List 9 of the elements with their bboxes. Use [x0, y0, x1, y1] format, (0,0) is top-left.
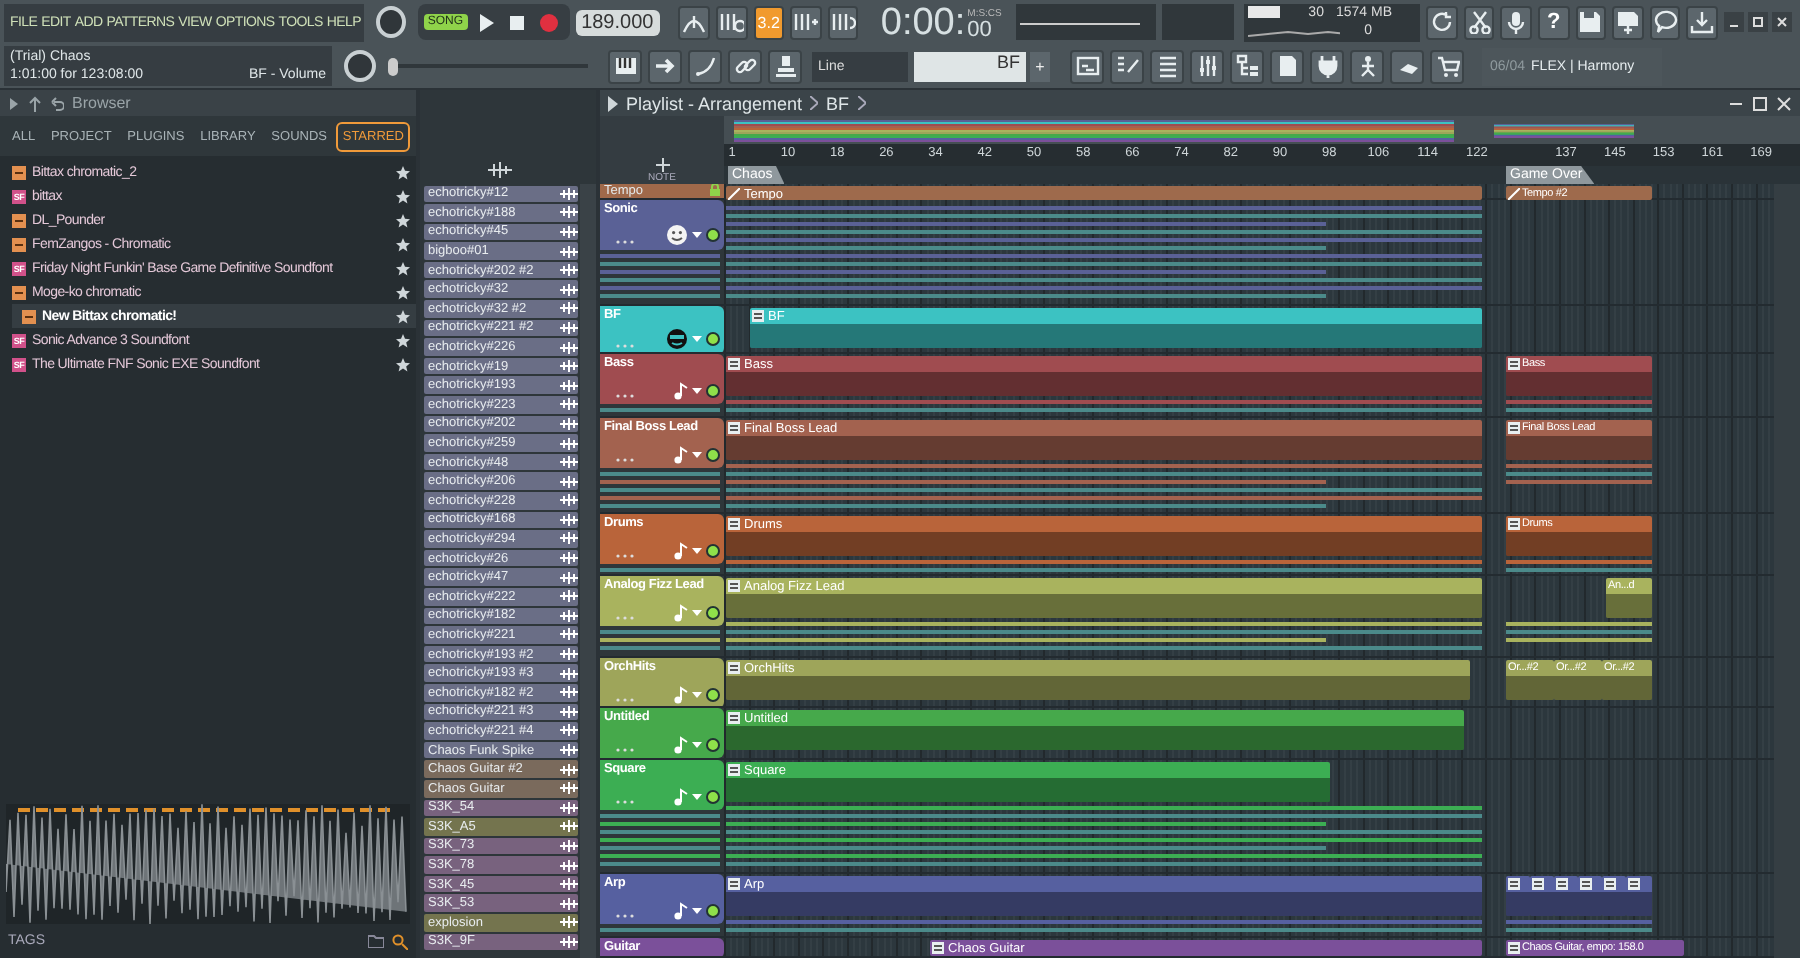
- browser-title: Browser: [72, 94, 131, 112]
- pattern-selector[interactable]: BF: [914, 51, 1026, 81]
- add-pattern-button[interactable]: +: [1030, 51, 1050, 81]
- help-button[interactable]: ?: [1538, 5, 1570, 39]
- tempo-field[interactable]: 189.000: [575, 9, 660, 35]
- centiseconds-display: 00: [967, 19, 992, 41]
- time-display: 0:00:: [880, 3, 966, 41]
- breadcrumb-item[interactable]: BF: [826, 93, 850, 113]
- playlist-title: Playlist - Arrangement: [626, 93, 803, 113]
